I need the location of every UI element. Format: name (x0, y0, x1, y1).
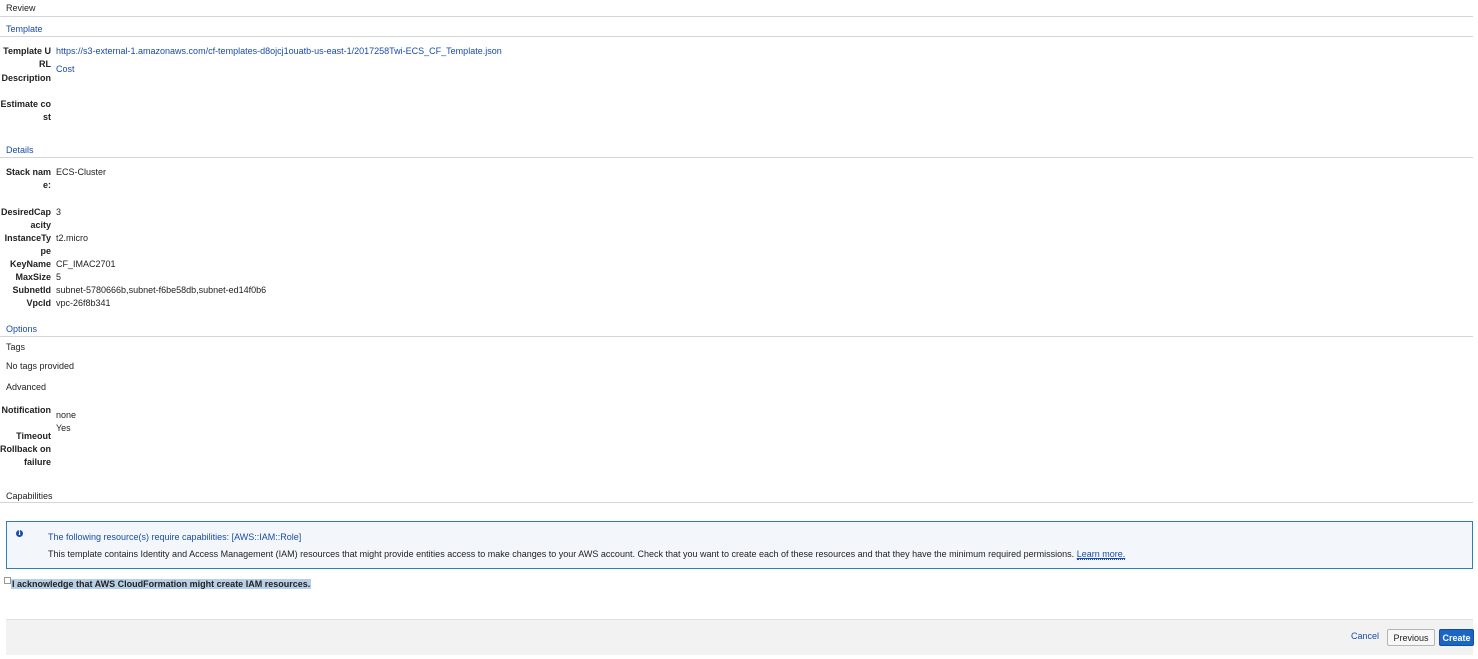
cancel-button[interactable]: Cancel (1351, 631, 1379, 641)
estimate-cost-label: Estimate cost (0, 99, 51, 122)
page-title: Review (6, 3, 36, 13)
param-instance-type-label: InstanceType (4, 233, 51, 256)
notification-label: Notification (1, 405, 52, 415)
param-subnet-id-label: SubnetId (12, 285, 52, 295)
description-text: Cost (56, 64, 75, 74)
divider (0, 502, 1473, 503)
param-key-name-value: CF_IMAC2701 (56, 259, 116, 269)
template-section-heading: Template (6, 24, 43, 34)
param-key-name-label: KeyName (9, 259, 51, 269)
param-max-size-label: MaxSize (15, 272, 51, 282)
divider (0, 157, 1473, 158)
previous-button[interactable]: Previous (1387, 629, 1435, 646)
param-vpc-id-label: VpcId (26, 298, 51, 308)
divider (0, 336, 1473, 337)
notification-value: none (56, 410, 77, 420)
param-desired-capacity-label: DesiredCapacity (0, 207, 51, 230)
param-subnet-id-value: subnet-5780666b,subnet-f6be58db,subnet-e… (56, 285, 267, 295)
param-instance-type-value: t2.micro (56, 233, 89, 243)
divider (0, 16, 1473, 17)
divider (0, 36, 1473, 37)
advanced-heading: Advanced (6, 382, 47, 392)
stack-name-label: Stack name: (5, 167, 51, 190)
learn-more-link[interactable]: Learn more. (1076, 549, 1126, 560)
description-label: Description (1, 73, 51, 83)
description-value: Cost (56, 63, 75, 76)
acknowledge-checkbox[interactable] (4, 577, 11, 584)
template-url-value[interactable]: https://s3-external-1.amazonaws.com/cf-t… (56, 45, 502, 58)
details-section-heading: Details (6, 145, 34, 155)
template-url-label: Template URL (3, 46, 51, 69)
options-section-heading: Options (6, 324, 38, 334)
timeout-label: Timeout (16, 431, 51, 441)
create-button[interactable]: Create (1439, 629, 1474, 646)
rollback-on-failure-label: Rollback on failure (0, 444, 52, 467)
wizard-footer: Cancel Previous Create (6, 619, 1474, 655)
tags-heading: Tags (6, 342, 26, 352)
info-title: The following resource(s) require capabi… (48, 532, 302, 542)
timeout-value: Yes (56, 423, 71, 433)
info-body: This template contains Identity and Acce… (48, 549, 1126, 560)
acknowledge-label[interactable]: I acknowledge that AWS CloudFormation mi… (11, 579, 312, 589)
capabilities-heading: Capabilities (6, 491, 53, 501)
param-desired-capacity-value: 3 (56, 207, 62, 217)
capabilities-info-box: i The following resource(s) require capa… (6, 521, 1473, 569)
param-max-size-value: 5 (56, 272, 62, 282)
tags-empty-text: No tags provided (6, 361, 75, 371)
template-url-link[interactable]: https://s3-external-1.amazonaws.com/cf-t… (56, 46, 502, 56)
info-icon: i (16, 530, 23, 537)
stack-name-value: ECS-Cluster (56, 167, 107, 177)
info-body-text: This template contains Identity and Acce… (48, 549, 1075, 559)
param-vpc-id-value: vpc-26f8b341 (56, 298, 111, 308)
